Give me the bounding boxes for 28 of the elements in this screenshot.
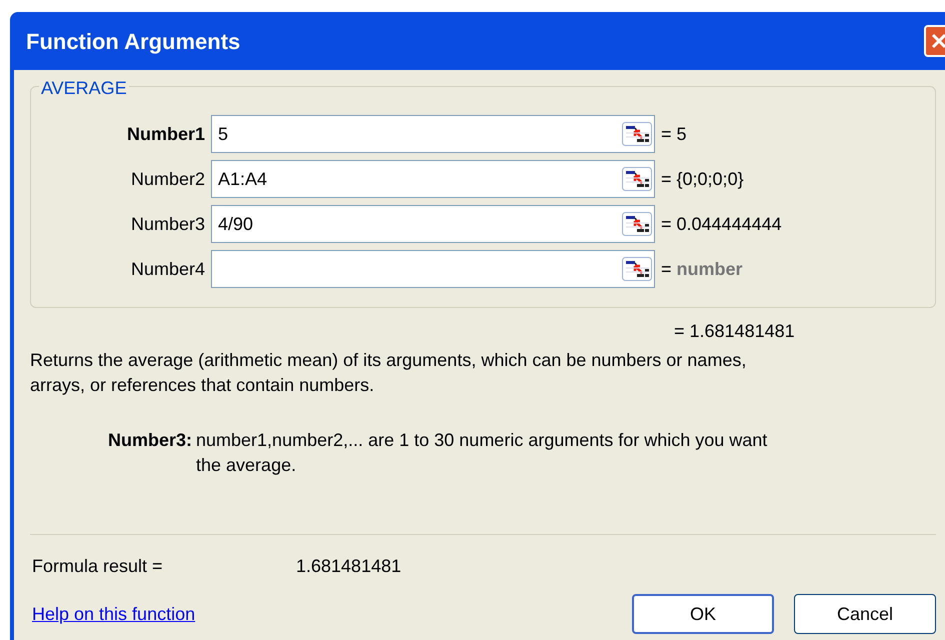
argument-result: = number [660, 258, 743, 280]
argument-label: Number4 [130, 258, 206, 280]
argument-field[interactable]: 4/90 [211, 205, 655, 243]
argument-label: Number2 [130, 168, 206, 190]
argument-help-label: Number3: [108, 429, 194, 452]
argument-field[interactable] [211, 250, 655, 288]
formula-result-label: Formula result = [31, 555, 164, 578]
dialog-button[interactable]: OK [632, 594, 774, 634]
argument-help-text: number1,number2,... are 1 to 30 numeric arguments for which you want the average. [196, 429, 768, 477]
collapse-dialog-icon [622, 257, 652, 281]
argument-label: Number1 [126, 122, 206, 146]
formula-result-value: 1.681481481 [296, 555, 402, 578]
argument-result: = 5 [660, 122, 687, 146]
collapse-dialog-icon [622, 212, 652, 236]
argument-result: = {0;0;0;0} [660, 168, 744, 191]
help-link[interactable]: Help on this function [30, 600, 196, 628]
argument-field[interactable]: 5 [211, 115, 655, 153]
dialog-button[interactable]: Cancel [794, 594, 936, 634]
argument-field[interactable]: A1:A4 [211, 160, 655, 198]
collapse-dialog-icon [622, 122, 652, 146]
window-title: Function Arguments [26, 28, 240, 56]
function-result: = 1.681481481 [674, 321, 795, 341]
argument-result: = 0.044444444 [660, 212, 782, 236]
argument-label: Number3 [130, 212, 206, 236]
function-description: Returns the average (arithmetic mean) of its arguments, which can be numbers or names, arrays, or references that contain numbers. [30, 349, 748, 397]
close-icon [930, 32, 945, 50]
close-button[interactable] [924, 25, 945, 57]
collapse-dialog-icon [622, 167, 652, 191]
